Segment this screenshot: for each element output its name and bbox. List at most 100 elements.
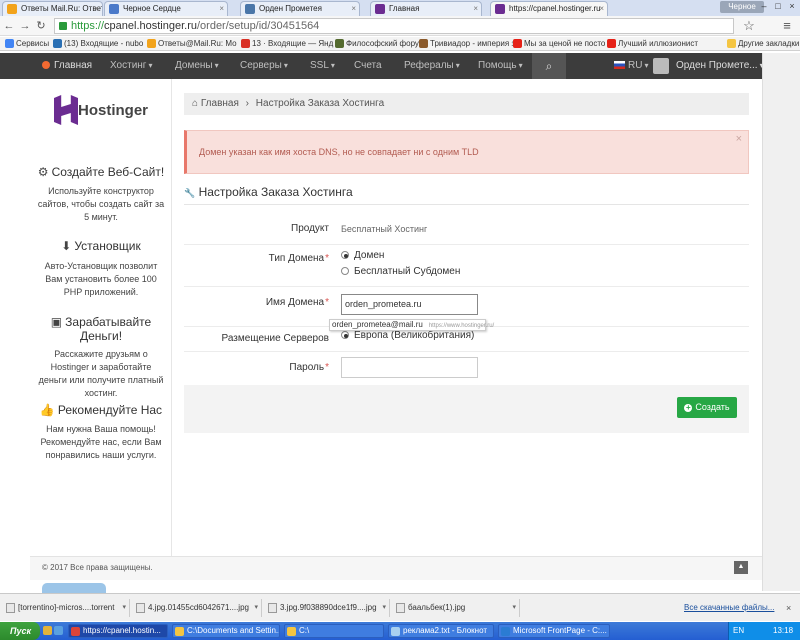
download-item[interactable]: баальбек(1).jpg ▾ <box>394 599 520 617</box>
tab-close-icon[interactable]: × <box>351 2 356 16</box>
quicklaunch-icon[interactable] <box>43 626 52 635</box>
url-bar[interactable]: https://cpanel.hostinger.ru/order/setup/… <box>54 18 734 34</box>
reload-button[interactable]: ↻ <box>34 18 48 34</box>
other-bookmarks[interactable]: Другие закладки <box>726 37 799 50</box>
browser-tab[interactable]: Орден Прометея × <box>240 1 360 16</box>
close-window-button[interactable]: × <box>786 0 798 13</box>
taskbar-item[interactable]: C:\ <box>284 624 384 638</box>
tab-close-icon[interactable]: × <box>94 2 99 16</box>
avatar[interactable] <box>653 58 669 74</box>
bookmark-item[interactable]: Философский форум <box>334 37 424 50</box>
nav-help[interactable]: Помощь <box>478 53 523 79</box>
breadcrumb-current: Настройка Заказа Хостинга <box>255 98 385 109</box>
close-downloads-icon[interactable]: × <box>786 599 791 617</box>
url-path: /order/setup/id/30451564 <box>196 20 320 32</box>
taskbar-item[interactable]: реклама2.txt - Блокнот <box>388 624 494 638</box>
page-scrollbar[interactable] <box>762 53 800 591</box>
nav-servers[interactable]: Серверы <box>240 53 288 79</box>
chevron-down-icon[interactable]: ▾ <box>382 599 386 617</box>
download-item[interactable]: 3.jpg.9f038890dce1f9....jpg ▾ <box>266 599 390 617</box>
bookmark-item[interactable]: Ответы@Mail.Ru: Мо <box>146 37 237 50</box>
sidebar-heading-recommend[interactable]: 👍 Рекомендуйте Нас <box>30 403 172 417</box>
quicklaunch-icon[interactable] <box>54 626 63 635</box>
alert-close-icon[interactable]: × <box>736 118 742 160</box>
nav-label: SSL <box>310 60 329 71</box>
bookmark-item[interactable]: Мы за ценой не посто <box>512 37 605 50</box>
sidebar-text: Используйте конструктор сайтов, чтобы со… <box>37 186 165 222</box>
sidebar-heading-installer[interactable]: ⬇ Установщик <box>30 239 172 253</box>
browser-tab[interactable]: Черное Сердце × <box>104 1 228 16</box>
hostinger-logo[interactable]: Hostinger <box>52 93 152 127</box>
bookmark-star-icon[interactable]: ☆ <box>742 18 756 34</box>
breadcrumb-home[interactable]: Главная <box>201 98 239 109</box>
url-host: cpanel.hostinger.ru <box>104 20 197 32</box>
search-icon[interactable]: ⌕ <box>532 53 566 79</box>
show-all-downloads-link[interactable]: Все скачанные файлы... <box>684 599 774 617</box>
chevron-down-icon[interactable]: ▾ <box>254 599 258 617</box>
taskbar-item[interactable]: https://cpanel.hostin... <box>68 624 168 638</box>
language-label: RU <box>628 60 643 71</box>
url-scheme: https:// <box>71 20 105 32</box>
language-selector[interactable]: RU <box>614 53 648 79</box>
clock[interactable]: 13:18 <box>773 626 793 635</box>
tab-close-icon[interactable]: × <box>219 2 224 16</box>
sidebar-heading-website[interactable]: ⚙ Создайте Веб-Сайт! <box>30 165 172 179</box>
tab-close-icon[interactable]: × <box>599 2 604 16</box>
file-icon <box>136 603 145 613</box>
download-icon: ⬇ <box>61 239 72 253</box>
nav-referrals[interactable]: Рефералы <box>404 53 460 79</box>
browser-tab-active[interactable]: https://cpanel.hostinger.ru × <box>490 1 608 16</box>
language-indicator[interactable]: EN <box>733 622 744 640</box>
radio-domain[interactable]: Домен <box>341 250 384 261</box>
bookmark-label: 13 · Входящие — Янд <box>252 39 334 48</box>
tab-label: https://cpanel.hostinger.ru <box>509 4 601 13</box>
chevron-down-icon[interactable]: ▾ <box>512 599 516 617</box>
scroll-to-top-button[interactable]: ▲ <box>734 561 748 574</box>
nav-ssl[interactable]: SSL <box>310 53 335 79</box>
nav-invoices[interactable]: Счета <box>354 53 382 79</box>
download-item[interactable]: 4.jpg.01455cd6042671....jpg ▾ <box>134 599 262 617</box>
server-location-label: Размещение Серверов <box>221 333 329 344</box>
minimize-button[interactable]: – <box>758 0 770 13</box>
tab-favicon-icon <box>495 4 505 14</box>
plus-icon: + <box>684 403 693 412</box>
autocomplete-suggestion[interactable]: orden_prometea@mail.ru https://www.hostin… <box>329 319 494 331</box>
form-row-domain-type: Тип Домена* Домен Бесплатный Субдомен <box>184 245 749 287</box>
maximize-button[interactable]: □ <box>772 0 784 13</box>
taskbar-item[interactable]: C:\Documents and Settin... <box>172 624 280 638</box>
notification-chip[interactable] <box>42 583 106 593</box>
tab-close-icon[interactable]: × <box>473 2 478 16</box>
bookmark-item[interactable]: 13 · Входящие — Янд <box>240 37 333 50</box>
nav-label: Хостинг <box>110 60 147 71</box>
browser-tab-bar: Ответы Mail.Ru: Ответ по× Черное Сердце×… <box>0 0 800 16</box>
bookmark-item[interactable]: Тривиадор - империя з <box>418 37 515 50</box>
nav-home[interactable]: Главная <box>42 53 92 79</box>
browser-menu-icon[interactable]: ≡ <box>780 18 794 34</box>
downloads-bar: [torrentino]-micros....torrent ▾ 4.jpg.01… <box>0 593 800 621</box>
start-button[interactable]: Пуск <box>0 622 40 640</box>
nav-hosting[interactable]: Хостинг <box>110 53 152 79</box>
chevron-down-icon[interactable]: ▾ <box>122 599 126 617</box>
download-item[interactable]: [torrentino]-micros....torrent ▾ <box>4 599 130 617</box>
back-button[interactable]: ← <box>2 18 16 34</box>
tab-label: Орден Прометея <box>259 4 322 13</box>
user-menu[interactable]: Орден Промете... <box>676 53 764 79</box>
browser-tab[interactable]: Ответы Mail.Ru: Ответ по× <box>2 1 103 16</box>
sidebar-heading-label: Рекомендуйте Нас <box>57 403 163 417</box>
radio-europe[interactable]: Европа (Великобритания) <box>341 330 474 341</box>
password-label: Пароль* <box>289 362 329 373</box>
browser-tab[interactable]: Главная × <box>370 1 482 16</box>
create-button[interactable]: + Создать <box>677 397 737 418</box>
password-input[interactable] <box>341 357 478 378</box>
bookmark-item[interactable]: Сервисы <box>4 37 49 50</box>
taskbar-label: C:\Documents and Settin... <box>187 626 280 635</box>
bookmark-item[interactable]: Лучший иллюзионист <box>606 37 698 50</box>
domain-type-label: Тип Домена* <box>269 253 329 264</box>
sidebar-heading-earn[interactable]: ▣ Зарабатывайте Деньги! <box>30 315 172 343</box>
nav-domains[interactable]: Домены <box>175 53 219 79</box>
bookmark-item[interactable]: (13) Входящие - nubo <box>52 37 143 50</box>
radio-free-subdomain[interactable]: Бесплатный Субдомен <box>341 266 460 277</box>
domain-name-input[interactable]: orden_prometea.ru <box>341 294 478 315</box>
forward-button[interactable]: → <box>18 18 32 34</box>
taskbar-item[interactable]: Microsoft FrontPage - C:... <box>498 624 610 638</box>
